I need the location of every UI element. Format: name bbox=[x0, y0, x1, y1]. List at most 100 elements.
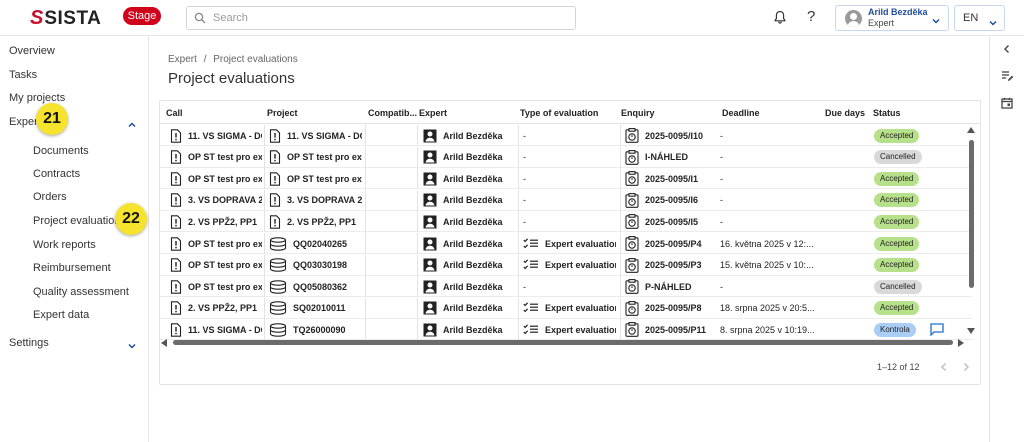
sista-logo[interactable]: S SISTA bbox=[30, 7, 101, 30]
clipboard-timer-icon bbox=[625, 322, 639, 338]
clipboard-timer-icon bbox=[625, 171, 639, 187]
sidebar-item-overview[interactable]: Overview bbox=[9, 45, 55, 57]
enquiry-id: I-NÁHLED bbox=[645, 152, 688, 163]
expert-name: Arild Bezděka bbox=[443, 173, 503, 184]
top-bar: S SISTA Stage ? Arild Bezděka Expert EN bbox=[0, 0, 1024, 36]
search-box[interactable] bbox=[186, 6, 576, 30]
alert-document-icon bbox=[170, 215, 182, 229]
scroll-up-arrow[interactable] bbox=[967, 127, 975, 133]
language-select[interactable]: EN bbox=[954, 5, 1005, 31]
sidebar-item-tasks[interactable]: Tasks bbox=[9, 69, 37, 81]
scroll-left-arrow[interactable] bbox=[161, 339, 167, 347]
table-row[interactable]: OP ST test pro exp QQ03030198 Arild Bezděk… bbox=[160, 254, 972, 276]
column-header-call[interactable]: Call bbox=[166, 108, 183, 118]
column-header-deadline[interactable]: Deadline bbox=[722, 108, 760, 118]
call-name: OP ST test pro exp bbox=[188, 173, 262, 184]
sidebar-subitem-quality-assessment[interactable]: Quality assessment bbox=[33, 286, 129, 298]
status-badge: Accepted bbox=[874, 258, 920, 273]
help-icon[interactable]: ? bbox=[807, 8, 815, 25]
enquiry-id: 2025-0095/I6 bbox=[645, 195, 699, 206]
user-menu[interactable]: Arild Bezděka Expert bbox=[835, 5, 949, 31]
checklist-icon bbox=[523, 302, 539, 314]
status-badge: Accepted bbox=[874, 171, 920, 186]
database-icon bbox=[269, 279, 287, 294]
table-row[interactable]: OP ST test pro exp OP ST test pro exp Aril… bbox=[160, 168, 972, 190]
alert-document-icon bbox=[170, 301, 182, 316]
table-row[interactable]: 3. VS DOPRAVA 20 3. VS DOPRAVA 20 Arild Be… bbox=[160, 189, 972, 211]
column-header-enquiry[interactable]: Enquiry bbox=[621, 108, 655, 118]
deadline: - bbox=[720, 152, 723, 163]
table-row[interactable]: OP ST test pro exp QQ02040265 Arild Bezděk… bbox=[160, 233, 972, 254]
evaluation-type: Expert evaluation bbox=[545, 260, 616, 271]
person-icon bbox=[423, 237, 437, 251]
chevron-up-icon[interactable] bbox=[127, 117, 137, 135]
column-header-project[interactable]: Project bbox=[267, 108, 298, 118]
call-name: 2. VS PPŽ2, PP1 bbox=[188, 216, 258, 227]
breadcrumb-root[interactable]: Expert bbox=[168, 54, 197, 65]
evaluation-type: Expert evaluation bbox=[545, 303, 616, 314]
chevron-left-icon[interactable] bbox=[938, 360, 950, 378]
sidebar-subitem-project-evaluations[interactable]: Project evaluations bbox=[33, 215, 126, 227]
expert-name: Arild Bezděka bbox=[443, 324, 503, 335]
person-icon bbox=[423, 215, 437, 229]
column-header-expert[interactable]: Expert bbox=[419, 108, 447, 118]
column-header-compatibility[interactable]: Compatib... bbox=[368, 108, 417, 118]
table-row[interactable]: 2. VS PPŽ2, PP1 SQ02010011 Arild Bezděka Ex… bbox=[160, 297, 972, 319]
evaluation-type: - bbox=[523, 130, 526, 141]
right-rail bbox=[989, 36, 1024, 442]
collapse-left-icon[interactable] bbox=[1001, 42, 1013, 60]
enquiry-id: 2025-0095/I10 bbox=[645, 130, 704, 141]
chevron-down-icon[interactable] bbox=[127, 338, 137, 356]
table-row[interactable]: OP ST test pro exp QQ05080362 Arild Bezděk… bbox=[160, 276, 972, 298]
clipboard-timer-icon bbox=[625, 149, 639, 165]
call-name: OP ST test pro exp bbox=[188, 281, 262, 292]
enquiry-id: 2025-0095/I1 bbox=[645, 173, 699, 184]
evaluation-type: - bbox=[523, 216, 526, 227]
comment-icon[interactable] bbox=[930, 323, 944, 337]
alert-document-icon bbox=[170, 171, 182, 186]
person-icon bbox=[423, 129, 437, 143]
alert-document-icon bbox=[269, 128, 281, 143]
horizontal-scroll-thumb[interactable] bbox=[173, 340, 953, 345]
edit-notes-icon[interactable] bbox=[1001, 69, 1014, 87]
table-row[interactable]: 2. VS PPŽ2, PP1 2. VS PPŽ2, PP1 Arild Bezd… bbox=[160, 211, 972, 233]
table-row[interactable]: 11. VS SIGMA - DC TQ26000090 Arild Bezděka… bbox=[160, 319, 972, 341]
expert-name: Arild Bezděka bbox=[443, 281, 503, 292]
expert-name: Arild Bezděka bbox=[443, 130, 503, 141]
column-header-type-of-evaluation[interactable]: Type of evaluation bbox=[520, 108, 598, 118]
person-icon bbox=[423, 280, 437, 294]
sidebar-subitem-orders[interactable]: Orders bbox=[33, 191, 67, 203]
table-row[interactable]: OP ST test pro exp OP ST test pro exp Aril… bbox=[160, 146, 972, 168]
scroll-right-arrow[interactable] bbox=[958, 339, 964, 347]
column-header-status[interactable]: Status bbox=[873, 108, 901, 118]
bell-icon[interactable] bbox=[774, 10, 786, 29]
deadline: 8. srpna 2025 v 10:19... bbox=[720, 324, 814, 335]
column-header-due-days[interactable]: Due days bbox=[825, 108, 865, 118]
alert-document-icon bbox=[170, 193, 182, 208]
vertical-scroll-thumb[interactable] bbox=[969, 140, 974, 288]
search-input[interactable] bbox=[213, 12, 563, 24]
calendar-icon[interactable] bbox=[1001, 96, 1013, 114]
chevron-down-icon bbox=[931, 13, 941, 31]
scroll-down-arrow[interactable] bbox=[967, 328, 975, 334]
sidebar-item-my-projects[interactable]: My projects bbox=[9, 92, 65, 104]
evaluation-type: Expert evaluation bbox=[545, 324, 616, 335]
pagination-range: 1–12 of 12 bbox=[877, 362, 920, 372]
person-icon bbox=[423, 150, 437, 164]
person-icon bbox=[423, 301, 437, 315]
deadline: - bbox=[720, 216, 723, 227]
sidebar-subitem-documents[interactable]: Documents bbox=[33, 145, 89, 157]
expert-name: Arild Bezděka bbox=[443, 238, 503, 249]
header-divider bbox=[160, 123, 980, 124]
sidebar-subitem-contracts[interactable]: Contracts bbox=[33, 168, 80, 180]
evaluation-type: - bbox=[523, 152, 526, 163]
sidebar-item-settings[interactable]: Settings bbox=[9, 337, 49, 349]
call-name: 2. VS PPŽ2, PP1 bbox=[188, 303, 258, 314]
sidebar-subitem-reimbursement[interactable]: Reimbursement bbox=[33, 262, 111, 274]
sidebar-subitem-work-reports[interactable]: Work reports bbox=[33, 239, 96, 251]
project-name: QQ02040265 bbox=[293, 238, 348, 249]
sidebar-subitem-expert-data[interactable]: Expert data bbox=[33, 309, 89, 321]
chevron-right-icon[interactable] bbox=[960, 360, 972, 378]
language-value: EN bbox=[963, 12, 979, 24]
table-row[interactable]: 11. VS SIGMA - DC 11. VS SIGMA - DC Arild … bbox=[160, 125, 972, 146]
